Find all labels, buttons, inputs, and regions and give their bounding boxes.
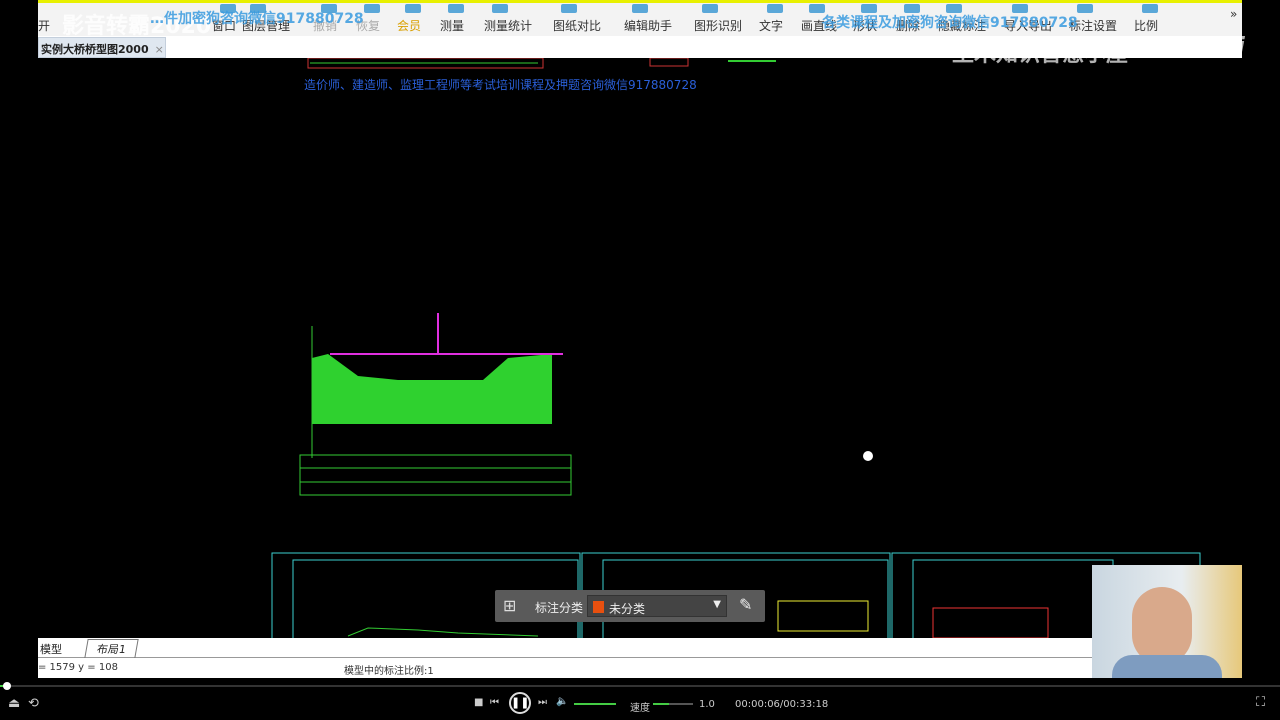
tab-model[interactable]: 模型: [40, 641, 62, 657]
progress-bar[interactable]: [0, 682, 1280, 690]
speed-slider[interactable]: [653, 703, 693, 705]
toolbar-item-icon: [364, 4, 380, 13]
presenter-shirt: [1112, 655, 1222, 678]
speed-value: 1.0: [699, 699, 715, 710]
speed-label: 速度: [630, 703, 650, 714]
annotation-scale: 模型中的标注比例:1: [344, 666, 434, 677]
stop-icon[interactable]: ■: [474, 697, 483, 708]
toolbar-item[interactable]: 测量: [440, 17, 464, 34]
bridge-elevation-drawing: [299, 313, 572, 496]
mouse-cursor: [863, 451, 873, 461]
annotation-category-label: 标注分类: [535, 601, 584, 615]
toolbar-item[interactable]: 图形识别: [694, 17, 742, 34]
toolbar-more-button[interactable]: »: [1230, 7, 1237, 21]
toolbar-item[interactable]: 测量统计: [484, 17, 532, 34]
wechat-watermark-1: …件加密狗咨询微信917880728: [150, 11, 364, 27]
pause-icon[interactable]: ❚❚: [509, 692, 531, 714]
tab-layout1[interactable]: 布局1: [84, 639, 139, 658]
video-player-controls: ⏏ ⟲ ■ ⏮ ❚❚ ⏭ 🔈 速度 1.0 00:00:06/00:33:18 …: [0, 680, 1280, 720]
layout-tabs: 模型 布局1: [38, 638, 1092, 658]
volume-icon[interactable]: 🔈: [556, 696, 568, 707]
grid-icon[interactable]: ⊞: [503, 596, 516, 615]
presenter-face: [1132, 587, 1192, 665]
toolbar-item-icon: [767, 4, 783, 13]
previous-icon[interactable]: ⏮: [490, 697, 499, 708]
toolbar-item[interactable]: 会员: [397, 17, 421, 34]
document-tab-title: 实例大桥桥型图2000: [41, 43, 149, 56]
cursor-coordinates: = 1579 y = 108: [38, 662, 118, 673]
next-icon[interactable]: ⏭: [538, 697, 547, 708]
volume-slider[interactable]: [574, 703, 616, 705]
toolbar-item[interactable]: 图纸对比: [553, 17, 601, 34]
playback-time: 00:00:06/00:33:18: [735, 699, 829, 710]
close-tab-icon[interactable]: ×: [155, 43, 164, 56]
channel-watermark: 土木知识智慧小屋: [952, 42, 1129, 67]
loop-icon[interactable]: ⟲: [28, 696, 39, 711]
fullscreen-icon[interactable]: ⛶: [1256, 695, 1265, 710]
webcam-overlay: [1092, 565, 1242, 678]
toolbar-item[interactable]: 开: [38, 17, 50, 34]
progress-handle[interactable]: [3, 682, 11, 690]
category-color-swatch: [593, 601, 604, 613]
eject-icon[interactable]: ⏏: [8, 696, 20, 711]
toolbar-item-icon: [405, 4, 421, 13]
status-bar: = 1579 y = 108 模型中的标注比例:1: [38, 658, 1092, 678]
toolbar-item-icon: [632, 4, 648, 13]
chevron-down-icon: ▼: [713, 599, 721, 610]
toolbar-item[interactable]: 文字: [759, 17, 783, 34]
toolbar-item-icon: [1142, 4, 1158, 13]
cad-drawing: [271, 58, 1201, 638]
toolbar-item[interactable]: 比例: [1134, 17, 1158, 34]
drawing-note-text: 造价师、建造师、监理工程师等考试培训课程及押题咨询微信917880728: [304, 78, 697, 92]
toolbar-item-icon: [1077, 4, 1093, 13]
toolbar-item-icon: [702, 4, 718, 13]
document-tab[interactable]: 实例大桥桥型图2000 ×: [38, 37, 166, 58]
toolbar-item-icon: [561, 4, 577, 13]
category-select[interactable]: 未分类 ▼: [587, 595, 727, 617]
category-value: 未分类: [609, 602, 646, 616]
site-logo-watermark: bilibili: [1168, 34, 1245, 59]
wechat-watermark-2: 各类课程及加密狗咨询微信917880728: [822, 15, 1078, 31]
drawing-canvas[interactable]: 造价师、建造师、监理工程师等考试培训课程及押题咨询微信917880728: [38, 58, 1242, 638]
edit-icon[interactable]: ✎: [739, 595, 752, 614]
toolbar-item[interactable]: 编辑助手: [624, 17, 672, 34]
toolbar-item-icon: [492, 4, 508, 13]
toolbar-item-icon: [448, 4, 464, 13]
annotation-category-bar: ⊞ 标注分类 未分类 ▼ ✎: [495, 590, 765, 622]
